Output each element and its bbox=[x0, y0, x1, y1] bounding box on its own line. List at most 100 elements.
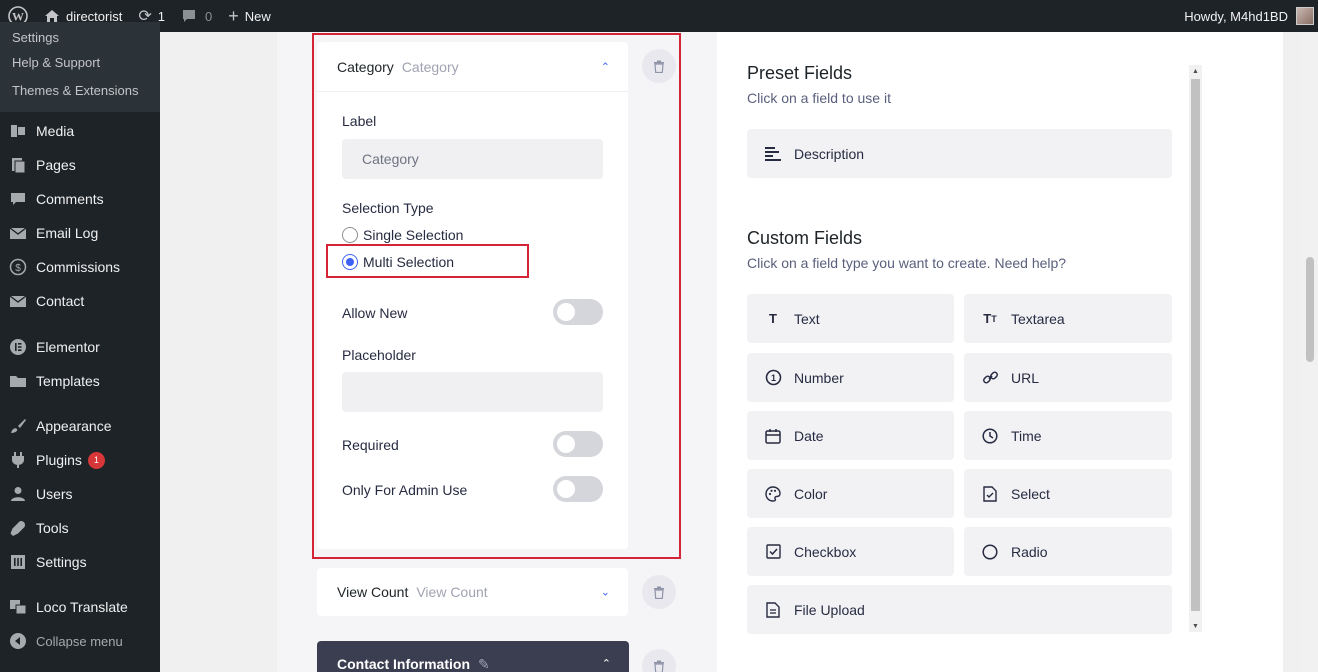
multi-selection-highlight bbox=[326, 244, 529, 278]
settings-icon bbox=[8, 552, 28, 572]
sidebar-item-commissions[interactable]: $ Commissions bbox=[0, 250, 160, 284]
sidebar-item-pages[interactable]: Pages bbox=[0, 148, 160, 182]
section-title: Contact Information bbox=[337, 656, 470, 672]
trash-icon bbox=[654, 586, 664, 599]
my-account[interactable]: Howdy, M4hd1BD bbox=[1184, 0, 1318, 32]
collapse-menu-button[interactable]: Collapse menu bbox=[0, 624, 160, 658]
textarea-icon: TT bbox=[983, 311, 997, 326]
sidebar-item-users[interactable]: Users bbox=[0, 477, 160, 511]
sidebar-item-loco-translate[interactable]: Loco Translate bbox=[0, 590, 160, 624]
sidebar-item-email-log[interactable]: Email Log bbox=[0, 216, 160, 250]
palette-scrollbar[interactable]: ▲ ▼ bbox=[1189, 65, 1202, 632]
preset-fields-subtitle: Click on a field to use it bbox=[747, 90, 891, 106]
collapse-icon bbox=[8, 631, 28, 651]
media-icon bbox=[8, 121, 28, 141]
sidebar-item-label: Users bbox=[36, 486, 73, 502]
align-left-icon bbox=[764, 145, 782, 163]
sidebar-item-media[interactable]: Media bbox=[0, 114, 160, 148]
custom-field-number[interactable]: 1 Number bbox=[747, 353, 954, 402]
email-icon bbox=[8, 223, 28, 243]
submenu-item-themes[interactable]: Themes & Extensions bbox=[0, 76, 160, 104]
delete-section-button[interactable] bbox=[642, 649, 676, 672]
sidebar-item-templates[interactable]: Templates bbox=[0, 364, 160, 398]
page-scroll-thumb[interactable] bbox=[1306, 257, 1314, 362]
pages-icon bbox=[8, 155, 28, 175]
field-subtitle: View Count bbox=[416, 584, 488, 600]
scroll-up-arrow-icon[interactable]: ▲ bbox=[1189, 65, 1202, 77]
scroll-down-arrow-icon[interactable]: ▼ bbox=[1189, 620, 1202, 632]
sidebar-item-label: Email Log bbox=[36, 225, 99, 241]
svg-text:1: 1 bbox=[770, 373, 775, 383]
admin-bar: W directorist ⟳ 1 0 + New Howdy, M4hd1BD bbox=[0, 0, 1318, 32]
field-palette: Preset Fields Click on a field to use it… bbox=[747, 32, 1217, 672]
field-label: Description bbox=[794, 145, 865, 162]
sidebar-item-settings[interactable]: Settings bbox=[0, 545, 160, 579]
admin-sidebar: Settings Help & Support Themes & Extensi… bbox=[0, 22, 160, 672]
custom-field-textarea[interactable]: TT Textarea bbox=[964, 294, 1172, 343]
sidebar-item-label: Contact bbox=[36, 293, 85, 309]
comments-icon bbox=[8, 189, 28, 209]
sidebar-item-label: Loco Translate bbox=[36, 599, 128, 615]
field-label: Number bbox=[794, 369, 844, 386]
new-label: New bbox=[244, 8, 271, 24]
text-icon: T bbox=[769, 311, 777, 326]
custom-field-date[interactable]: Date bbox=[747, 411, 954, 460]
field-label: Date bbox=[794, 427, 824, 444]
new-content-link[interactable]: + New bbox=[220, 0, 279, 32]
palette-scroll-thumb[interactable] bbox=[1191, 79, 1200, 611]
view-count-field-header[interactable]: View Count View Count ⌄ bbox=[317, 568, 628, 616]
main-content: Category Category ⌃ Label Selection Type… bbox=[160, 32, 1302, 672]
sidebar-item-comments[interactable]: Comments bbox=[0, 182, 160, 216]
custom-field-checkbox[interactable]: Checkbox bbox=[747, 527, 954, 576]
brush-icon bbox=[8, 416, 28, 436]
palette-icon bbox=[764, 485, 782, 503]
chevron-up-icon[interactable]: ⌃ bbox=[602, 657, 611, 670]
field-title: View Count bbox=[337, 584, 409, 600]
custom-field-radio[interactable]: Radio bbox=[964, 527, 1172, 576]
field-label: File Upload bbox=[794, 601, 865, 618]
dollar-icon: $ bbox=[8, 257, 28, 277]
pencil-icon[interactable]: ✎ bbox=[478, 656, 490, 672]
file-upload-icon bbox=[764, 601, 782, 619]
plus-icon: + bbox=[228, 5, 239, 26]
custom-fields-title: Custom Fields bbox=[747, 228, 863, 248]
sidebar-item-plugins[interactable]: Plugins 1 bbox=[0, 443, 160, 477]
sidebar-item-label: Plugins bbox=[36, 452, 82, 468]
sidebar-item-appearance[interactable]: Appearance bbox=[0, 409, 160, 443]
translate-icon bbox=[8, 597, 28, 617]
custom-field-text[interactable]: T Text bbox=[747, 294, 954, 343]
sidebar-item-elementor[interactable]: Elementor bbox=[0, 330, 160, 364]
field-label: Color bbox=[794, 485, 828, 502]
custom-field-color[interactable]: Color bbox=[747, 469, 954, 518]
preset-fields-title: Preset Fields bbox=[747, 63, 853, 83]
sidebar-item-label: Elementor bbox=[36, 339, 100, 355]
sidebar-item-label: Commissions bbox=[36, 259, 121, 275]
sidebar-item-label: Tools bbox=[36, 520, 69, 536]
sidebar-item-label: Appearance bbox=[36, 418, 112, 434]
sidebar-item-tools[interactable]: Tools bbox=[0, 511, 160, 545]
view-count-field-card: View Count View Count ⌄ bbox=[317, 568, 628, 616]
comment-bubble-icon bbox=[183, 10, 195, 22]
custom-field-file-upload[interactable]: File Upload bbox=[747, 585, 1172, 634]
contact-information-section[interactable]: Contact Information ✎ ⌃ bbox=[317, 641, 629, 672]
field-label: Checkbox bbox=[794, 543, 857, 560]
field-label: URL bbox=[1011, 369, 1040, 386]
custom-field-select[interactable]: Select bbox=[964, 469, 1172, 518]
sidebar-item-contact[interactable]: Contact bbox=[0, 284, 160, 318]
submenu-item-settings[interactable]: Settings bbox=[0, 22, 160, 48]
field-label: Text bbox=[794, 310, 820, 327]
preset-field-description[interactable]: Description bbox=[747, 129, 1172, 178]
comments-link[interactable]: 0 bbox=[173, 0, 220, 32]
user-icon bbox=[8, 484, 28, 504]
clock-icon bbox=[981, 427, 999, 445]
delete-view-count-button[interactable] bbox=[642, 575, 676, 609]
envelope-icon bbox=[8, 291, 28, 311]
sidebar-item-label: Comments bbox=[36, 191, 104, 207]
custom-field-time[interactable]: Time bbox=[964, 411, 1172, 460]
comments-count: 0 bbox=[205, 8, 213, 24]
form-builder: Category Category ⌃ Label Selection Type… bbox=[277, 32, 1283, 672]
page-scrollbar[interactable] bbox=[1302, 32, 1318, 672]
chevron-down-icon[interactable]: ⌄ bbox=[601, 586, 610, 599]
submenu-item-help[interactable]: Help & Support bbox=[0, 48, 160, 76]
custom-field-url[interactable]: URL bbox=[964, 353, 1172, 402]
